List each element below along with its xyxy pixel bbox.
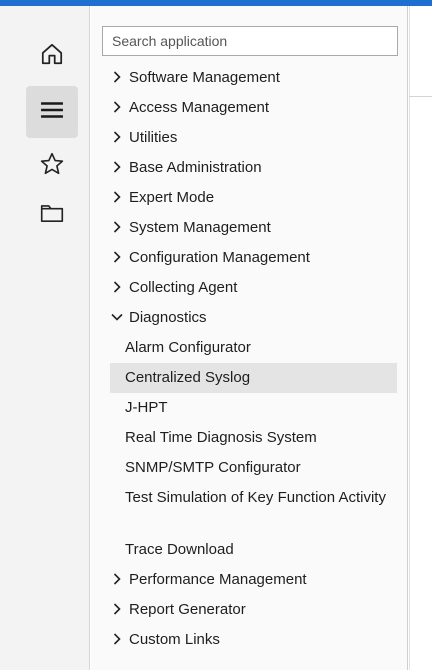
divider bbox=[409, 96, 432, 97]
menu-item-label: Access Management bbox=[129, 99, 270, 116]
menu-item-access-management[interactable]: Access Management bbox=[91, 93, 407, 123]
submenu-item-test-simulation[interactable]: Test Simulation of Key Function Activity bbox=[91, 483, 407, 535]
chevron-right-icon bbox=[110, 100, 124, 114]
chevron-right-icon bbox=[110, 190, 124, 204]
home-button[interactable] bbox=[26, 30, 78, 82]
menu-item-expert-mode[interactable]: Expert Mode bbox=[91, 183, 407, 213]
submenu-item-label: Alarm Configurator bbox=[125, 339, 251, 356]
menu-item-label: Utilities bbox=[129, 129, 178, 146]
application-menu-panel: Software Management Access Management Ut… bbox=[91, 6, 408, 670]
submenu-item-trace-download[interactable]: Trace Download bbox=[91, 535, 407, 565]
menu-item-configuration-management[interactable]: Configuration Management bbox=[91, 243, 407, 273]
menu-item-utilities[interactable]: Utilities bbox=[91, 123, 407, 153]
chevron-right-icon bbox=[110, 632, 124, 646]
menu-item-software-management[interactable]: Software Management bbox=[91, 63, 407, 93]
chevron-right-icon bbox=[110, 250, 124, 264]
home-icon bbox=[39, 41, 65, 72]
submenu-item-snmp-smtp-configurator[interactable]: SNMP/SMTP Configurator bbox=[91, 453, 407, 483]
content-area bbox=[409, 6, 432, 670]
submenu-item-label: Test Simulation of Key Function Activity bbox=[125, 489, 386, 506]
menu-item-label: Base Administration bbox=[129, 159, 262, 176]
submenu-item-label: Real Time Diagnosis System bbox=[125, 429, 317, 446]
chevron-right-icon bbox=[110, 70, 124, 84]
menu-item-label: Performance Management bbox=[129, 571, 307, 588]
menu-item-label: Collecting Agent bbox=[129, 279, 238, 296]
submenu-item-alarm-configurator[interactable]: Alarm Configurator bbox=[91, 333, 407, 363]
chevron-down-icon bbox=[110, 310, 124, 324]
submenu-item-label: J-HPT bbox=[125, 399, 168, 416]
menu-item-base-administration[interactable]: Base Administration bbox=[91, 153, 407, 183]
menu-button[interactable] bbox=[26, 86, 78, 138]
chevron-right-icon bbox=[110, 220, 124, 234]
nav-rail bbox=[0, 6, 90, 670]
menu-item-report-generator[interactable]: Report Generator bbox=[91, 595, 407, 625]
menu-item-label: Report Generator bbox=[129, 601, 246, 618]
folder-icon bbox=[39, 200, 65, 231]
chevron-right-icon bbox=[110, 130, 124, 144]
menu-item-label: Expert Mode bbox=[129, 189, 215, 206]
menu-item-performance-management[interactable]: Performance Management bbox=[91, 565, 407, 595]
search-input[interactable] bbox=[102, 26, 398, 56]
submenu-item-real-time-diagnosis-system[interactable]: Real Time Diagnosis System bbox=[91, 423, 407, 453]
submenu-item-j-hpt[interactable]: J-HPT bbox=[91, 393, 407, 423]
menu-item-system-management[interactable]: System Management bbox=[91, 213, 407, 243]
folder-button[interactable] bbox=[26, 189, 78, 241]
menu-item-label: Configuration Management bbox=[129, 249, 310, 266]
chevron-right-icon bbox=[110, 602, 124, 616]
divider bbox=[409, 6, 410, 670]
chevron-right-icon bbox=[110, 280, 124, 294]
star-icon bbox=[39, 151, 65, 182]
menu-item-label: System Management bbox=[129, 219, 271, 236]
menu-item-diagnostics[interactable]: Diagnostics bbox=[91, 303, 407, 333]
menu-item-label: Custom Links bbox=[129, 631, 220, 648]
menu-item-collecting-agent[interactable]: Collecting Agent bbox=[91, 273, 407, 303]
application-menu: Software Management Access Management Ut… bbox=[91, 63, 407, 655]
menu-item-custom-links[interactable]: Custom Links bbox=[91, 625, 407, 655]
submenu-item-label: SNMP/SMTP Configurator bbox=[125, 459, 301, 476]
submenu-item-label: Trace Download bbox=[125, 541, 234, 558]
submenu-item-label: Centralized Syslog bbox=[125, 369, 251, 386]
menu-item-label: Software Management bbox=[129, 69, 280, 86]
submenu-item-centralized-syslog[interactable]: Centralized Syslog bbox=[110, 363, 397, 393]
menu-icon bbox=[39, 97, 65, 128]
menu-item-label: Diagnostics bbox=[129, 309, 207, 326]
chevron-right-icon bbox=[110, 572, 124, 586]
chevron-right-icon bbox=[110, 160, 124, 174]
favorites-button[interactable] bbox=[26, 140, 78, 192]
